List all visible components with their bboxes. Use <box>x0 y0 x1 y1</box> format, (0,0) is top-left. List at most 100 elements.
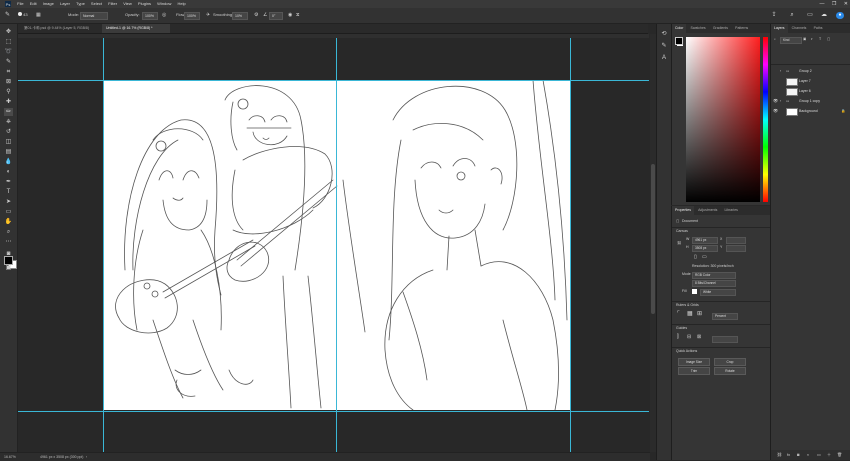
character-panel-icon[interactable]: A <box>660 54 668 62</box>
opacity-field[interactable]: 100% <box>142 12 158 20</box>
menu-view[interactable]: View <box>123 0 132 8</box>
x-field[interactable] <box>726 237 746 244</box>
menu-window[interactable]: Window <box>157 0 171 8</box>
layer-row-group[interactable]: 👁 › ▭ Group 1 copy <box>771 96 849 106</box>
flow-field[interactable]: 100% <box>184 12 200 20</box>
tab-color[interactable]: Color <box>672 24 687 33</box>
link-layers-icon[interactable]: ⛓ <box>777 450 782 460</box>
screen-mode-icon[interactable]: ▣ <box>4 264 13 272</box>
filter-type-icon[interactable]: T <box>819 37 821 42</box>
search-icon[interactable]: ⌕ <box>788 12 796 19</box>
share-icon[interactable]: ⇪ <box>770 12 778 19</box>
menu-type[interactable]: Type <box>76 0 85 8</box>
clone-stamp-tool-icon[interactable]: ⎈ <box>4 118 13 126</box>
mode-select[interactable]: RGB Color <box>692 272 736 279</box>
layer-filter-kind-select[interactable]: Kind <box>780 37 802 44</box>
smoothing-options-gear-icon[interactable]: ⚙ <box>254 12 258 18</box>
new-layer-icon[interactable]: ＋ <box>827 450 831 460</box>
adjustment-layer-icon[interactable]: ◐ <box>807 450 809 460</box>
lasso-tool-icon[interactable]: ➰ <box>4 48 13 56</box>
crop-tool-icon[interactable]: ⌗ <box>4 68 13 76</box>
tab-layers[interactable]: Layers <box>771 24 788 33</box>
rulers-grids-section-title[interactable]: Rulers & Grids <box>676 303 699 308</box>
hand-tool-icon[interactable]: ✋ <box>4 218 13 226</box>
fill-swatch[interactable] <box>692 289 697 294</box>
brush-tool-icon[interactable]: ✎ <box>5 12 10 18</box>
grid-icon[interactable]: ▦ <box>687 311 693 317</box>
layer-row[interactable]: Layer 6 <box>771 86 849 96</box>
blur-tool-icon[interactable]: 💧 <box>4 158 13 166</box>
layer-row-group[interactable]: › ▭ Group 2 <box>771 66 849 76</box>
guide-color-icon[interactable]: ⊠ <box>697 335 701 340</box>
angle-field[interactable]: 0° <box>269 12 283 20</box>
filter-shape-icon[interactable]: ▢ <box>827 37 830 42</box>
minimize-button[interactable]: — <box>820 1 825 7</box>
expand-chevron-icon[interactable]: › <box>780 96 781 106</box>
layer-mask-icon[interactable]: ◙ <box>797 450 799 460</box>
menu-edit[interactable]: Edit <box>30 0 37 8</box>
new-group-icon[interactable]: ▭ <box>817 450 821 460</box>
document-tab[interactable]: 第01-卡莉.psd @ 9.44% (Layer 5, RGB/8) <box>20 24 106 33</box>
mode-select[interactable]: Normal <box>80 12 108 20</box>
layer-row-background[interactable]: 👁 Background 🔒 <box>771 106 849 116</box>
gradient-tool-icon[interactable]: ▤ <box>4 148 13 156</box>
symmetry-icon[interactable]: ⧖ <box>296 12 300 18</box>
workspace-icon[interactable]: ▭ <box>806 12 814 19</box>
portrait-orientation-icon[interactable]: ▯ <box>694 255 697 260</box>
width-field[interactable]: 4961 px <box>692 237 718 244</box>
close-button[interactable]: ✕ <box>844 1 848 7</box>
trim-button[interactable]: Trim <box>678 367 710 375</box>
quick-selection-tool-icon[interactable]: ✎ <box>4 58 13 66</box>
restore-button[interactable]: ❐ <box>832 1 836 7</box>
menu-select[interactable]: Select <box>91 0 102 8</box>
menu-file[interactable]: File <box>17 0 23 8</box>
tab-paths[interactable]: Paths <box>811 24 826 33</box>
menu-layer[interactable]: Layer <box>60 0 70 8</box>
crop-button[interactable]: Crop <box>714 358 746 366</box>
document-tab-active[interactable]: Untitled-1 @ 16.7% (RGB/8) * <box>102 24 170 33</box>
trash-icon[interactable]: 🗑 <box>837 450 842 460</box>
zoom-tool-icon[interactable]: ⌕ <box>4 228 13 236</box>
height-field[interactable]: 3508 px <box>692 245 718 252</box>
pressure-opacity-icon[interactable]: ◎ <box>162 12 166 18</box>
filter-pixel-icon[interactable]: ▣ <box>803 37 806 42</box>
fill-select[interactable]: White <box>700 289 736 296</box>
user-avatar-icon[interactable]: ● <box>836 12 844 19</box>
pressure-size-icon[interactable]: ◉ <box>288 12 292 18</box>
hue-slider[interactable] <box>763 37 768 202</box>
menu-plugins[interactable]: Plugins <box>138 0 151 8</box>
link-icon[interactable]: ⛓ <box>677 241 681 246</box>
layer-row[interactable]: Layer 7 <box>771 76 849 86</box>
canvas-section-title[interactable]: Canvas <box>676 229 688 234</box>
tab-libraries[interactable]: Libraries <box>721 206 740 215</box>
history-panel-icon[interactable]: ⟲ <box>660 30 668 38</box>
frame-tool-icon[interactable]: ⊠ <box>4 78 13 86</box>
y-field[interactable] <box>726 245 746 252</box>
scrollbar-thumb[interactable] <box>651 164 655 314</box>
eraser-tool-icon[interactable]: ◫ <box>4 138 13 146</box>
brush-tool-icon[interactable]: ✏ <box>4 108 13 116</box>
tab-swatches[interactable]: Swatches <box>688 24 709 33</box>
quick-mask-icon[interactable]: ◙ <box>4 250 13 258</box>
brush-preset-picker[interactable]: 43 <box>18 12 28 18</box>
ruler-units-select[interactable]: Percent <box>712 313 738 320</box>
filter-adjustment-icon[interactable]: ◐ <box>811 37 813 42</box>
tab-channels[interactable]: Channels <box>789 24 810 33</box>
color-picker-field[interactable] <box>686 37 760 202</box>
tab-properties[interactable]: Properties <box>672 206 694 215</box>
guide-icon[interactable]: ⫿ <box>677 335 679 340</box>
marquee-tool-icon[interactable]: ⬚ <box>4 38 13 46</box>
ruler-icon[interactable]: ⌜ <box>677 311 680 317</box>
path-selection-tool-icon[interactable]: ➤ <box>4 198 13 206</box>
visibility-eye-icon[interactable]: 👁 <box>773 106 778 116</box>
history-brush-tool-icon[interactable]: ↺ <box>4 128 13 136</box>
cloud-icon[interactable]: ☁ <box>820 12 828 19</box>
bit-depth-select[interactable]: 8 Bits/Channel <box>692 280 736 287</box>
dodge-tool-icon[interactable]: ◐ <box>4 168 13 176</box>
brush-settings-icon[interactable]: ▦ <box>36 12 41 18</box>
brush-settings-panel-icon[interactable]: ✎ <box>660 42 668 50</box>
airbrush-icon[interactable]: ✈ <box>206 12 210 18</box>
menu-image[interactable]: Image <box>43 0 54 8</box>
type-tool-icon[interactable]: T <box>4 188 13 196</box>
tab-gradients[interactable]: Gradients <box>710 24 731 33</box>
